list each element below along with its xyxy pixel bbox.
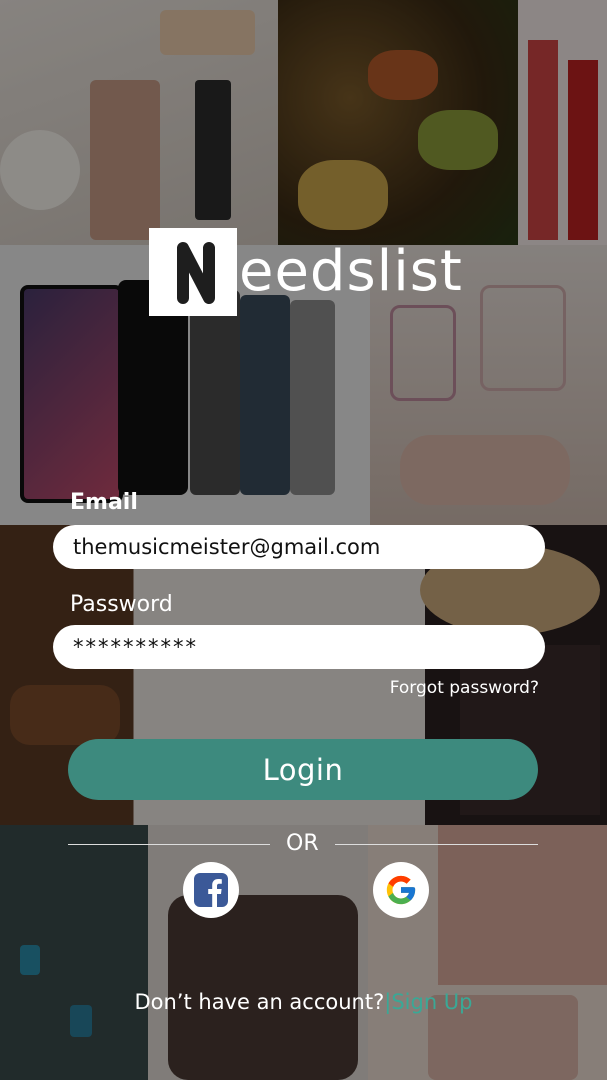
signup-question: Don’t have an account? (134, 990, 385, 1014)
facebook-icon (194, 873, 228, 907)
app-logo: eedslist (149, 226, 463, 318)
email-field[interactable] (53, 525, 545, 569)
email-label: Email (70, 490, 138, 515)
login-button[interactable]: Login (68, 739, 538, 800)
forgot-password-link[interactable]: Forgot password? (390, 678, 539, 698)
password-label: Password (70, 592, 173, 617)
divider-right (335, 844, 538, 845)
google-icon (386, 875, 416, 905)
logo-mark (149, 228, 237, 316)
signup-link[interactable]: Sign Up (391, 990, 472, 1014)
logo-n-glyph (177, 242, 215, 304)
signup-prompt: Don’t have an account?|Sign Up (0, 990, 607, 1014)
divider-left (68, 844, 270, 845)
or-label: OR (286, 831, 319, 856)
facebook-login-button[interactable] (183, 862, 239, 918)
google-login-button[interactable] (373, 862, 429, 918)
logo-text: eedslist (239, 239, 463, 304)
password-field[interactable] (53, 625, 545, 669)
